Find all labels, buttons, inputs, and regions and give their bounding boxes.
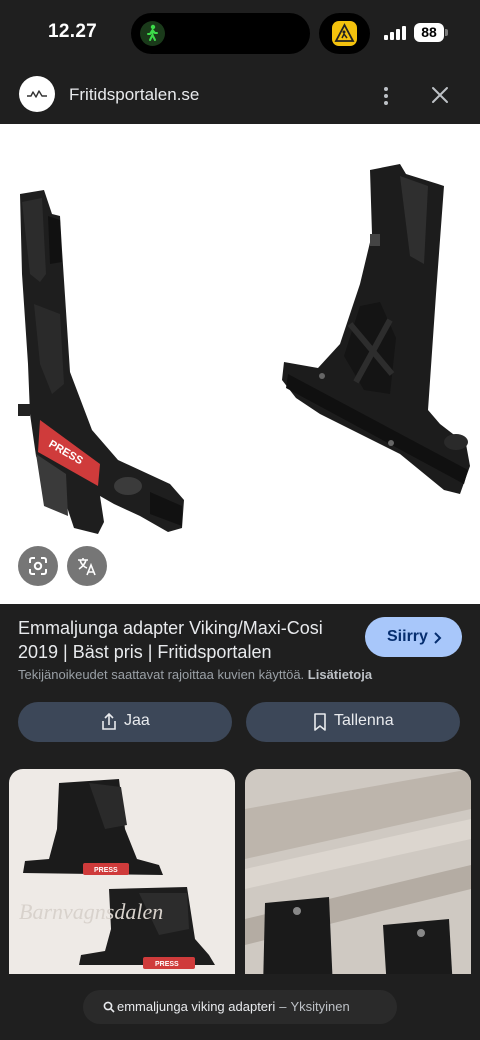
live-activity: [319, 13, 370, 54]
visit-label: Siirry: [387, 628, 428, 645]
private-mode-label: Yksityinen: [290, 999, 350, 1014]
related-image-2[interactable]: [245, 769, 471, 989]
right-adapter: [282, 164, 470, 494]
battery-tip: [445, 29, 448, 36]
battery-indicator: 88: [414, 23, 444, 42]
site-name[interactable]: Fritidsportalen.se: [69, 85, 199, 105]
adapter-illustration: PRESS: [18, 164, 470, 534]
more-options-button[interactable]: [372, 80, 400, 110]
status-bar: 12.27 88: [0, 0, 480, 66]
related-image-1[interactable]: PRESS PRESS Barnvagnsdalen: [9, 769, 235, 989]
cellular-signal-icon: [384, 25, 408, 40]
lens-icon: [29, 557, 47, 575]
translate-button[interactable]: [67, 546, 107, 586]
search-query-text: emmaljunga viking adapteri – Yksityinen: [117, 999, 350, 1014]
copyright-text: Tekijänoikeudet saattavat rajoittaa kuvi…: [18, 667, 305, 682]
walking-person-icon: [140, 21, 165, 46]
search-separator: –: [279, 999, 287, 1014]
share-icon: [102, 713, 116, 730]
lens-button[interactable]: [18, 546, 58, 586]
result-title[interactable]: Emmaljunga adapter Viking/Maxi-Cosi 2019…: [18, 616, 358, 664]
result-info: Emmaljunga adapter Viking/Maxi-Cosi 2019…: [0, 604, 480, 764]
bookmark-icon: [314, 713, 326, 731]
save-label: Tallenna: [334, 712, 394, 729]
search-query-pill[interactable]: emmaljunga viking adapteri – Yksityinen: [83, 990, 397, 1024]
site-logo[interactable]: [19, 76, 55, 112]
visit-button[interactable]: Siirry: [365, 617, 462, 657]
adapter-thumbnail-1: PRESS PRESS Barnvagnsdalen: [19, 779, 215, 969]
svg-text:Barnvagnsdalen: Barnvagnsdalen: [19, 899, 163, 924]
copyright-notice: Tekijänoikeudet saattavat rajoittaa kuvi…: [18, 667, 372, 682]
adapter-thumbnail-2: [245, 769, 471, 989]
status-time: 12.27: [48, 21, 98, 42]
share-label: Jaa: [124, 712, 150, 729]
save-button[interactable]: Tallenna: [246, 702, 460, 742]
dynamic-island: [131, 13, 310, 54]
close-button[interactable]: [426, 81, 454, 109]
product-image[interactable]: PRESS: [0, 124, 480, 604]
translate-icon: [78, 558, 96, 576]
site-header: Fritidsportalen.se: [0, 66, 480, 124]
learn-more-link[interactable]: Lisätietoja: [308, 667, 372, 682]
thumb-press-label-2: PRESS: [155, 961, 179, 968]
left-adapter: PRESS: [18, 190, 184, 534]
construction-icon: [332, 21, 357, 46]
chevron-right-icon: [434, 632, 442, 644]
share-button[interactable]: Jaa: [18, 702, 232, 742]
close-icon: [432, 87, 448, 103]
search-icon: [103, 1001, 115, 1013]
search-query: emmaljunga viking adapteri: [117, 999, 276, 1014]
thumb-press-label-1: PRESS: [94, 867, 118, 874]
